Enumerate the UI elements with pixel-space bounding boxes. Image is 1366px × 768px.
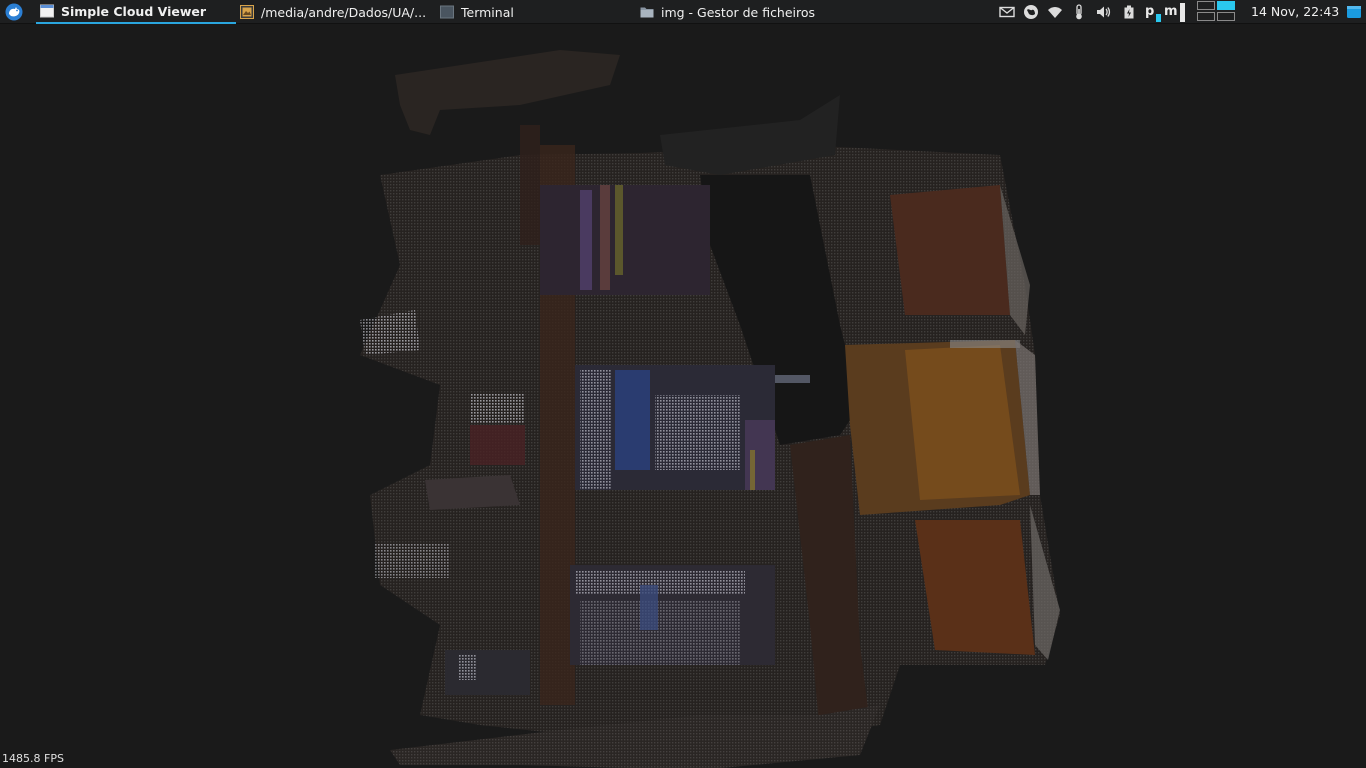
taskbar-item-label: /media/andre/Dados/UA/... [261,4,427,20]
point-cloud-viewport[interactable] [0,25,1366,768]
memory-usage-bar [1180,3,1185,22]
terminal-icon [440,5,454,19]
cpu-monitor-label: p [1145,4,1155,19]
taskbar-item-terminal[interactable]: Terminal [436,0,636,24]
left-object-4-cloud [375,543,450,578]
workspace-4[interactable] [1217,12,1235,21]
volume-icon[interactable] [1095,4,1111,20]
left-object-3-cloud [425,475,520,510]
workspace-pager[interactable] [1197,1,1239,23]
lower-right-panel-cloud [915,520,1035,655]
image-file-icon [240,5,254,19]
left-object-5-cloud [445,650,530,695]
upper-right-panel-cloud [890,185,1010,315]
taskbar-item-label: Terminal [461,4,514,20]
cpu-usage-bar [1156,14,1161,22]
clock[interactable]: 14 Nov, 22:43 [1251,0,1339,24]
taskbar-item-simple-cloud-viewer[interactable]: Simple Cloud Viewer [36,0,236,24]
mail-icon[interactable] [999,4,1015,20]
fps-counter: 1485.8 FPS [2,752,64,765]
left-object-1-cloud [360,310,420,355]
top-clutter-cloud [395,50,620,135]
thermometer-icon[interactable] [1071,4,1087,20]
taskbar-item-label: img - Gestor de ficheiros [661,4,816,20]
show-desktop-icon[interactable] [1346,4,1362,20]
left-object-2-cloud [470,393,525,423]
taskbar-item-label: Simple Cloud Viewer [61,3,207,19]
top-panel: Simple Cloud Viewer /media/andre/Dados/U… [0,0,1366,24]
workspace-1[interactable] [1197,1,1215,10]
taskbar-item-file-manager[interactable]: img - Gestor de ficheiros [636,0,836,24]
wifi-icon[interactable] [1047,4,1063,20]
network-globe-icon[interactable] [1023,4,1039,20]
taskbar-item-image-viewer[interactable]: /media/andre/Dados/UA/... [236,0,436,24]
upper-books-cloud [540,185,710,295]
workspace-3[interactable] [1197,12,1215,21]
window-icon [40,4,54,18]
xfce-mouse-icon[interactable] [5,3,23,21]
folder-icon [640,7,654,18]
point-cloud-render[interactable] [0,25,1366,768]
memory-monitor-label: m [1164,4,1178,19]
battery-icon[interactable] [1121,4,1137,20]
workspace-2-active[interactable] [1217,1,1235,10]
